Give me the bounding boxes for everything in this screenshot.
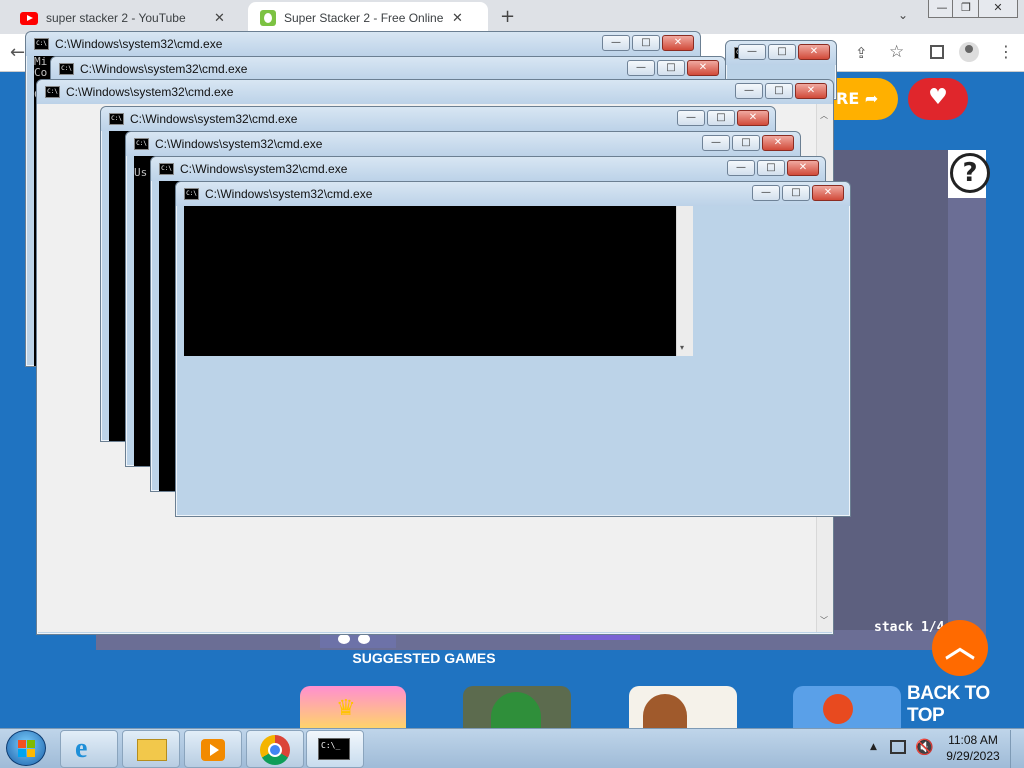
- cmd-window-icon: C:\: [159, 163, 174, 175]
- scroll-down-arrow-icon[interactable]: ﹀: [820, 615, 828, 626]
- cmd-title-bar[interactable]: C:\—□✕: [726, 41, 836, 65]
- show-desktop-button[interactable]: [1010, 730, 1024, 768]
- restore-button[interactable]: ❐: [952, 0, 980, 18]
- suggested-games-heading: SUGGESTED GAMES: [352, 650, 496, 666]
- system-clock[interactable]: 11:08 AM 9/29/2023: [940, 732, 1006, 764]
- clock-date: 9/29/2023: [946, 749, 1000, 763]
- minimize-button[interactable]: —: [677, 110, 705, 126]
- stack-counter: stack 1/4: [874, 620, 945, 635]
- close-button[interactable]: ✕: [798, 44, 830, 60]
- chrome-icon[interactable]: [246, 730, 304, 768]
- cmd-window-icon: C:\: [45, 86, 60, 98]
- cmd-window-icon: C:\: [184, 188, 199, 200]
- bookmark-star-icon[interactable]: ☆: [889, 42, 904, 62]
- back-to-top-button[interactable]: ︿: [932, 620, 988, 676]
- maximize-button[interactable]: □: [632, 35, 660, 51]
- back-to-top-label: BACK TO TOP: [907, 683, 990, 726]
- close-button[interactable]: ✕: [795, 83, 827, 99]
- side-panel-icon[interactable]: [930, 45, 944, 59]
- maximize-button[interactable]: □: [707, 110, 735, 126]
- cmd-title-bar[interactable]: C:\ C:\Windows\system32\cmd.exe — □ ✕: [26, 32, 700, 56]
- cmd-window-title: C:\Windows\system32\cmd.exe: [55, 37, 223, 51]
- cmd-window-title: C:\Windows\system32\cmd.exe: [205, 187, 373, 201]
- minimize-button[interactable]: —: [735, 83, 763, 99]
- cmd-window-title: C:\Windows\system32\cmd.exe: [180, 162, 348, 176]
- cmd-window-icon: C:\: [34, 38, 49, 50]
- cmd-title-bar[interactable]: C:\ C:\Windows\system32\cmd.exe — □ ✕: [51, 57, 725, 81]
- suggested-game-thumbnail[interactable]: [793, 686, 901, 728]
- cmd-title-bar[interactable]: C:\ C:\Windows\system32\cmd.exe — □ ✕: [151, 157, 825, 181]
- minimize-button[interactable]: —: [602, 35, 630, 51]
- maximize-button[interactable]: □: [768, 44, 796, 60]
- maximize-button[interactable]: □: [782, 185, 810, 201]
- close-button[interactable]: ✕: [737, 110, 769, 126]
- suggested-game-thumbnail[interactable]: [629, 686, 737, 728]
- more-menu-icon[interactable]: ⋮: [998, 42, 1014, 61]
- tab-close-button[interactable]: ✕: [214, 10, 225, 26]
- favorite-heart-button[interactable]: ♥: [908, 78, 968, 120]
- share-page-icon[interactable]: ⇪: [855, 44, 868, 62]
- media-player-icon[interactable]: [184, 730, 242, 768]
- show-hidden-icons[interactable]: ▲: [870, 742, 877, 752]
- tab-label: super stacker 2 - YouTube: [46, 11, 186, 25]
- profile-avatar-icon[interactable]: [959, 42, 979, 62]
- clock-time: 11:08 AM: [948, 733, 998, 747]
- suggested-game-thumbnail[interactable]: ♛: [300, 686, 406, 728]
- close-button[interactable]: ✕: [787, 160, 819, 176]
- close-button[interactable]: ✕: [687, 60, 719, 76]
- file-explorer-icon[interactable]: [122, 730, 180, 768]
- maximize-button[interactable]: □: [757, 160, 785, 176]
- cmd-title-bar[interactable]: C:\ C:\Windows\system32\cmd.exe — □ ✕: [37, 80, 833, 104]
- close-button[interactable]: ✕: [978, 0, 1018, 18]
- crown-icon: ♛: [336, 696, 356, 721]
- minimize-button[interactable]: —: [727, 160, 755, 176]
- scrollbar[interactable]: ▾: [676, 206, 693, 356]
- cmd-icon[interactable]: C:\_: [306, 730, 364, 768]
- network-icon[interactable]: [890, 740, 906, 754]
- back-icon[interactable]: ←: [10, 42, 25, 63]
- internet-explorer-icon[interactable]: e: [60, 730, 118, 768]
- scroll-up-arrow-icon[interactable]: ︿: [820, 110, 828, 121]
- minimize-button[interactable]: —: [627, 60, 655, 76]
- tab-youtube[interactable]: super stacker 2 - YouTube ✕: [8, 2, 246, 34]
- minimize-button[interactable]: —: [738, 44, 766, 60]
- cmd-window-title: C:\Windows\system32\cmd.exe: [66, 85, 234, 99]
- close-button[interactable]: ✕: [812, 185, 844, 201]
- cmd-console-output[interactable]: [184, 206, 676, 356]
- minimize-button[interactable]: —: [702, 135, 730, 151]
- help-button[interactable]: ?: [950, 153, 990, 193]
- cmd-window-icon: C:\: [134, 138, 149, 150]
- youtube-icon: [20, 11, 38, 25]
- close-button[interactable]: ✕: [662, 35, 694, 51]
- maximize-button[interactable]: □: [765, 83, 793, 99]
- share-arrow-icon: ➦: [864, 89, 879, 108]
- tab-close-button[interactable]: ✕: [452, 10, 463, 26]
- cmd-window-icon: C:\: [59, 63, 74, 75]
- tab-search-icon[interactable]: ⌄: [898, 8, 908, 22]
- cmd-title-bar[interactable]: C:\ C:\Windows\system32\cmd.exe — □ ✕: [176, 182, 850, 206]
- tab-label: Super Stacker 2 - Free Online Ga: [284, 11, 444, 25]
- cmd-window[interactable]: C:\ C:\Windows\system32\cmd.exe —□✕ ▾: [175, 181, 851, 517]
- tab-super-stacker[interactable]: Super Stacker 2 - Free Online Ga ✕: [248, 2, 488, 34]
- scroll-down-arrow-icon[interactable]: ▾: [680, 343, 684, 352]
- cmd-window-title: C:\Windows\system32\cmd.exe: [155, 137, 323, 151]
- minimize-button[interactable]: —: [752, 185, 780, 201]
- suggested-game-thumbnail[interactable]: [463, 686, 571, 728]
- new-tab-button[interactable]: +: [500, 6, 515, 27]
- cmd-title-bar[interactable]: C:\ C:\Windows\system32\cmd.exe — □ ✕: [101, 107, 775, 131]
- game-site-icon: [260, 10, 276, 26]
- cmd-window-icon: C:\: [109, 113, 124, 125]
- cmd-window-title: C:\Windows\system32\cmd.exe: [80, 62, 248, 76]
- maximize-button[interactable]: □: [732, 135, 760, 151]
- cmd-window-title: C:\Windows\system32\cmd.exe: [130, 112, 298, 126]
- close-button[interactable]: ✕: [762, 135, 794, 151]
- chevron-up-icon: ︿: [945, 630, 975, 665]
- start-orb[interactable]: [6, 730, 46, 766]
- maximize-button[interactable]: □: [657, 60, 685, 76]
- volume-muted-icon[interactable]: 🔇: [915, 738, 934, 756]
- cmd-title-bar[interactable]: C:\ C:\Windows\system32\cmd.exe — □ ✕: [126, 132, 800, 156]
